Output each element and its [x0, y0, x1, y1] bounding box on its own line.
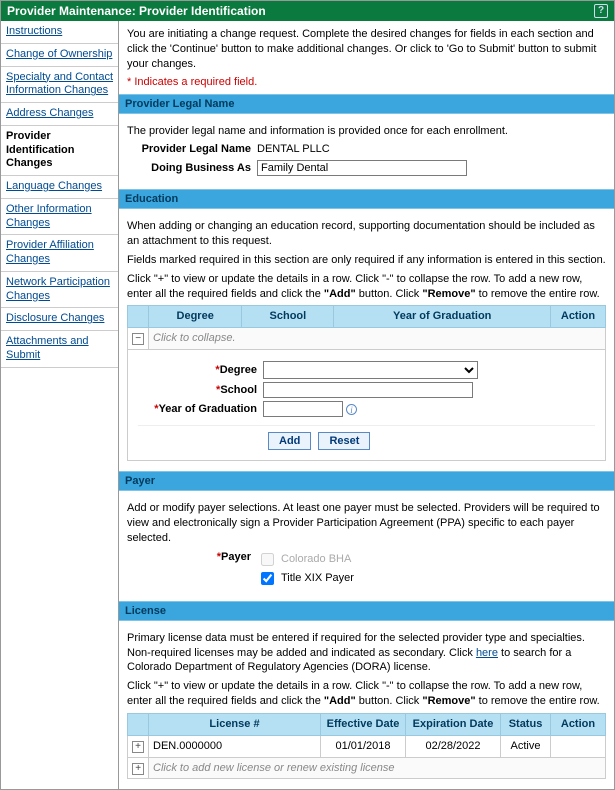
license-number: DEN.0000000: [149, 735, 321, 757]
license-col-effective: Effective Date: [321, 713, 406, 735]
school-input[interactable]: [263, 382, 473, 398]
sidebar-item-language-changes[interactable]: Language Changes: [1, 176, 118, 199]
license-effective: 01/01/2018: [321, 735, 406, 757]
education-col-action: Action: [551, 306, 606, 328]
sidebar-item-network-participation[interactable]: Network Participation Changes: [1, 272, 118, 309]
payer-opt2-label: Title XIX Payer: [281, 571, 354, 586]
page-title: Provider Maintenance: Provider Identific…: [7, 4, 266, 18]
section-header-license: License: [119, 601, 614, 621]
license-col-action: Action: [551, 713, 606, 735]
dora-search-link[interactable]: here: [476, 647, 498, 659]
sidebar-item-other-info[interactable]: Other Information Changes: [1, 199, 118, 236]
education-col-degree: Degree: [149, 306, 242, 328]
license-col-status: Status: [501, 713, 551, 735]
payer-colorado-bha-checkbox: [261, 553, 274, 566]
required-field-note: * Indicates a required field.: [119, 76, 614, 94]
legal-name-label: Provider Legal Name: [127, 142, 257, 157]
education-col-school: School: [242, 306, 334, 328]
sidebar-item-provider-affiliation[interactable]: Provider Affiliation Changes: [1, 235, 118, 272]
degree-select[interactable]: [263, 361, 478, 379]
help-icon[interactable]: ?: [594, 4, 608, 18]
license-status: Active: [501, 735, 551, 757]
sidebar-item-attachments-submit[interactable]: Attachments and Submit: [1, 331, 118, 368]
payer-label: Payer: [221, 551, 251, 563]
sidebar-item-provider-identification[interactable]: Provider Identification Changes: [1, 126, 118, 176]
collapse-icon[interactable]: −: [132, 333, 144, 345]
sidebar-item-disclosure-changes[interactable]: Disclosure Changes: [1, 308, 118, 331]
year-input[interactable]: [263, 401, 343, 417]
education-form: *Degree *School *Year of Graduation i Ad…: [127, 350, 606, 461]
expand-icon[interactable]: +: [132, 741, 144, 753]
education-note-2: Fields marked required in this section a…: [127, 253, 606, 268]
license-add-hint[interactable]: Click to add new license or renew existi…: [149, 757, 606, 779]
legal-name-value: DENTAL PLLC: [257, 142, 330, 157]
license-note-1: Primary license data must be entered if …: [127, 631, 606, 676]
payer-title-xix-checkbox[interactable]: [261, 572, 274, 585]
dba-input[interactable]: [257, 160, 467, 176]
education-collapse-hint[interactable]: Click to collapse.: [149, 328, 606, 350]
intro-text: You are initiating a change request. Com…: [119, 21, 614, 76]
education-col-year: Year of Graduation: [334, 306, 551, 328]
info-icon[interactable]: i: [346, 404, 357, 415]
license-expiration: 02/28/2022: [406, 735, 501, 757]
license-table: License # Effective Date Expiration Date…: [127, 713, 606, 780]
dba-label: Doing Business As: [127, 161, 257, 176]
license-note-2: Click "+" to view or update the details …: [127, 679, 606, 709]
sidebar: Instructions Change of Ownership Special…: [1, 21, 119, 789]
section-header-education: Education: [119, 189, 614, 209]
education-table: Degree School Year of Graduation Action …: [127, 305, 606, 350]
payer-note: Add or modify payer selections. At least…: [127, 501, 606, 546]
education-note-3: Click "+" to view or update the details …: [127, 272, 606, 302]
expand-icon[interactable]: +: [132, 763, 144, 775]
title-bar: Provider Maintenance: Provider Identific…: [1, 1, 614, 21]
section-header-payer: Payer: [119, 471, 614, 491]
license-col-expiration: Expiration Date: [406, 713, 501, 735]
sidebar-item-change-ownership[interactable]: Change of Ownership: [1, 44, 118, 67]
legal-name-note: The provider legal name and information …: [127, 124, 606, 139]
license-col-number: License #: [149, 713, 321, 735]
license-row: + DEN.0000000 01/01/2018 02/28/2022 Acti…: [128, 735, 606, 757]
year-label: Year of Graduation: [159, 403, 257, 415]
sidebar-item-specialty-contact[interactable]: Specialty and Contact Information Change…: [1, 67, 118, 104]
reset-button[interactable]: Reset: [318, 432, 370, 450]
payer-opt1-label: Colorado BHA: [281, 552, 351, 567]
add-button[interactable]: Add: [268, 432, 311, 450]
sidebar-item-address-changes[interactable]: Address Changes: [1, 103, 118, 126]
school-label: School: [220, 384, 257, 396]
degree-label: Degree: [220, 364, 257, 376]
education-note-1: When adding or changing an education rec…: [127, 219, 606, 249]
sidebar-item-instructions[interactable]: Instructions: [1, 21, 118, 44]
section-header-legal-name: Provider Legal Name: [119, 94, 614, 114]
